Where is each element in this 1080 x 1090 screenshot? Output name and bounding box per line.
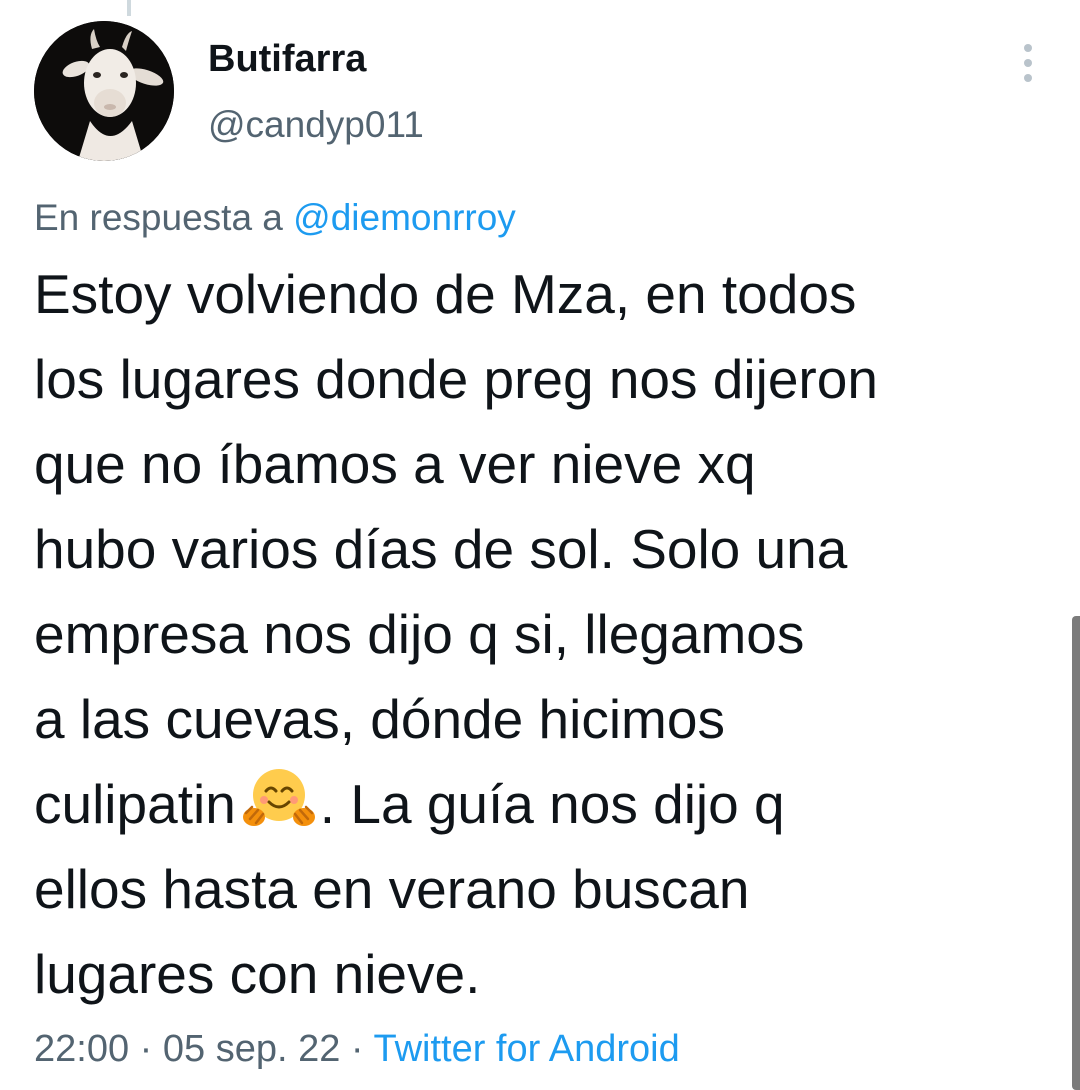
- tweet-source-link[interactable]: Twitter for Android: [373, 1028, 679, 1070]
- scrollbar-thumb[interactable]: [1072, 616, 1080, 1090]
- tweet-text-line: a las cuevas, dónde hicimos: [34, 688, 725, 750]
- reply-mention-link[interactable]: @diemonrroy: [293, 197, 516, 238]
- tweet-text-line: lugares con nieve.: [34, 943, 481, 1005]
- user-display-name[interactable]: Butifarra: [208, 38, 366, 81]
- tweet-text-line: los lugares donde preg nos dijeron: [34, 348, 878, 410]
- tweet-date[interactable]: 05 sep. 22: [163, 1028, 340, 1070]
- tweet-text: Estoy volviendo de Mza, en todos los lug…: [34, 252, 1054, 1017]
- tweet-text-line: Estoy volviendo de Mza, en todos: [34, 263, 857, 325]
- goat-avatar-icon: [34, 21, 174, 161]
- hugging-face-emoji-icon: [242, 769, 315, 826]
- reply-context-prefix: En respuesta a: [34, 197, 283, 238]
- user-avatar[interactable]: [34, 21, 174, 161]
- meta-separator: ·: [350, 1028, 364, 1070]
- more-vertical-icon-dot: [1024, 74, 1032, 82]
- more-vertical-icon: [1024, 44, 1032, 52]
- tweet-metadata: 22:00 · 05 sep. 22 · Twitter for Android: [34, 1028, 680, 1071]
- tweet-detail: Butifarra @candyp011 En respuesta a @die…: [0, 0, 1080, 1090]
- tweet-time[interactable]: 22:00: [34, 1028, 129, 1070]
- tweet-text-line: hubo varios días de sol. Solo una: [34, 518, 848, 580]
- tweet-text-fragment: culipatin: [34, 773, 236, 835]
- more-options-button[interactable]: [1008, 40, 1048, 86]
- tweet-text-fragment: . La guía nos dijo q: [319, 773, 785, 835]
- tweet-text-line: que no íbamos a ver nieve xq: [34, 433, 756, 495]
- thread-connector-line: [127, 0, 131, 16]
- tweet-text-line: empresa nos dijo q si, llegamos: [34, 603, 805, 665]
- tweet-text-line: ellos hasta en verano buscan: [34, 858, 750, 920]
- more-vertical-icon-dot: [1024, 59, 1032, 67]
- reply-context: En respuesta a @diemonrroy: [34, 197, 516, 239]
- tweet-text-line-with-emoji: culipatin . La guía nos dijo q: [34, 762, 1054, 847]
- user-handle[interactable]: @candyp011: [208, 104, 424, 146]
- meta-separator: ·: [139, 1028, 153, 1070]
